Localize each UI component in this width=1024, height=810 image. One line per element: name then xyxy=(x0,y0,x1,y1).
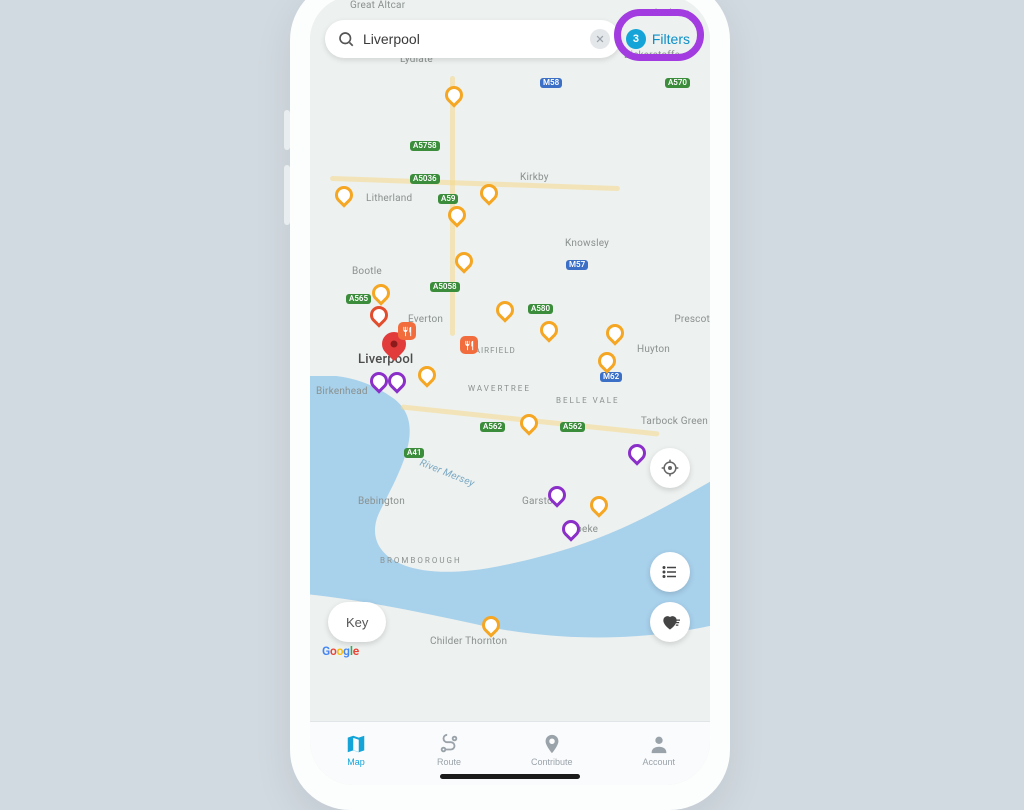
map-pin[interactable] xyxy=(536,317,561,342)
road-shield: A5758 xyxy=(410,141,440,151)
place-label: Huyton xyxy=(637,344,670,355)
contribute-icon xyxy=(541,733,563,755)
place-label: Childer Thornton xyxy=(430,636,507,647)
tab-account[interactable]: Account xyxy=(642,733,675,767)
map-canvas[interactable]: Great Altcar Lathom Lydiate Bickerstaffe… xyxy=(310,0,710,785)
search-bar xyxy=(325,20,620,58)
list-view-button[interactable] xyxy=(650,552,690,592)
crosshair-icon xyxy=(660,458,680,478)
tab-label: Map xyxy=(347,757,365,767)
map-pin[interactable] xyxy=(586,492,611,517)
place-label: Great Altcar xyxy=(350,0,405,11)
map-pin[interactable] xyxy=(594,348,619,373)
road-shield: A565 xyxy=(346,294,371,304)
map-pin[interactable] xyxy=(478,612,503,637)
map-pin[interactable] xyxy=(441,82,466,107)
map-pin[interactable] xyxy=(451,248,476,273)
tab-label: Route xyxy=(437,757,461,767)
map-pin[interactable] xyxy=(368,280,393,305)
screen: Great Altcar Lathom Lydiate Bickerstaffe… xyxy=(310,0,710,785)
heart-icon xyxy=(660,612,680,632)
road-shield: M62 xyxy=(600,372,622,382)
map-pin[interactable] xyxy=(366,302,391,327)
account-icon xyxy=(648,733,670,755)
road-shield: A570 xyxy=(665,78,690,88)
place-label: Bebington xyxy=(358,496,405,507)
filters-count-badge: 3 xyxy=(626,29,646,49)
road-shield: A562 xyxy=(480,422,505,432)
place-label: Kirkby xyxy=(520,172,549,183)
clear-search-button[interactable] xyxy=(590,29,610,49)
tab-map[interactable]: Map xyxy=(345,733,367,767)
filters-button[interactable]: 3 Filters xyxy=(618,20,698,58)
home-indicator xyxy=(440,774,580,779)
place-label: Prescot xyxy=(674,314,710,325)
tab-contribute[interactable]: Contribute xyxy=(531,733,573,767)
map-pin[interactable] xyxy=(602,320,627,345)
map-pin[interactable] xyxy=(384,368,409,393)
close-icon xyxy=(595,34,605,44)
map-pin[interactable] xyxy=(492,297,517,322)
place-label: BELLE VALE xyxy=(556,396,620,405)
river-label: River Mersey xyxy=(418,458,476,490)
map-pin[interactable] xyxy=(624,440,649,465)
place-label: BROMBOROUGH xyxy=(380,556,462,565)
route-icon xyxy=(438,733,460,755)
road-shield: A5058 xyxy=(430,282,460,292)
place-label-city: Liverpool xyxy=(358,352,413,367)
place-label: Litherland xyxy=(366,193,412,204)
place-label: Tarbock Green xyxy=(641,416,708,427)
place-label: Lathom xyxy=(655,8,690,19)
road-shield: A562 xyxy=(560,422,585,432)
bottom-tab-bar: Map Route Contribute Account xyxy=(310,721,710,785)
map-pin[interactable] xyxy=(414,362,439,387)
list-icon xyxy=(661,563,679,581)
road xyxy=(330,176,620,191)
map-pin[interactable] xyxy=(444,202,469,227)
road-shield: A580 xyxy=(528,304,553,314)
favourites-button[interactable] xyxy=(650,602,690,642)
tab-label: Account xyxy=(642,757,675,767)
search-icon xyxy=(337,30,355,48)
map-pin[interactable] xyxy=(516,410,541,435)
tab-route[interactable]: Route xyxy=(437,733,461,767)
food-marker[interactable] xyxy=(460,336,478,354)
place-label: Birkenhead xyxy=(316,386,368,397)
locate-me-button[interactable] xyxy=(650,448,690,488)
road-shield: M57 xyxy=(566,260,588,270)
map-pin[interactable] xyxy=(544,482,569,507)
map-icon xyxy=(345,733,367,755)
food-marker[interactable] xyxy=(398,322,416,340)
google-attribution: Google xyxy=(322,644,359,658)
place-label: Knowsley xyxy=(565,238,609,249)
road-shield: A5036 xyxy=(410,174,440,184)
road-shield: M58 xyxy=(540,78,562,88)
map-key-button[interactable]: Key xyxy=(328,602,386,642)
phone-mockup: Great Altcar Lathom Lydiate Bickerstaffe… xyxy=(290,0,730,810)
road-shield: A59 xyxy=(438,194,458,204)
place-label: Bootle xyxy=(352,266,382,277)
map-pin[interactable] xyxy=(558,516,583,541)
filters-label: Filters xyxy=(652,31,690,47)
road-shield: A41 xyxy=(404,448,424,458)
place-label: WAVERTREE xyxy=(468,384,531,393)
map-pin[interactable] xyxy=(331,182,356,207)
tab-label: Contribute xyxy=(531,757,573,767)
search-input[interactable] xyxy=(363,31,582,47)
